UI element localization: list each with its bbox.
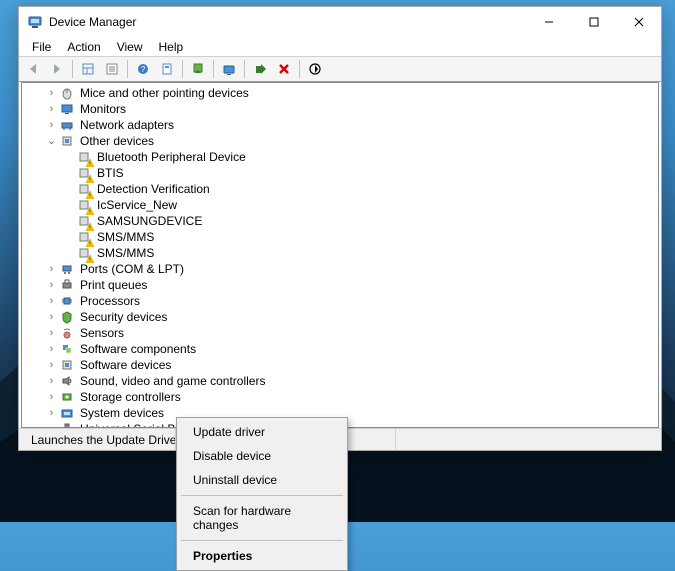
cpu-icon bbox=[59, 293, 75, 309]
device-manager-window: Device Manager File Action View Help ? › bbox=[18, 6, 662, 451]
expand-icon[interactable]: › bbox=[44, 262, 59, 276]
other-devices-icon bbox=[59, 133, 75, 149]
usb-icon bbox=[59, 421, 75, 427]
tree-client-area: › Mice and other pointing devices › Moni… bbox=[21, 82, 659, 428]
system-devices-icon bbox=[59, 405, 75, 421]
expand-icon[interactable]: › bbox=[44, 374, 59, 388]
tree-item-print-queues[interactable]: › Print queues bbox=[22, 277, 658, 293]
back-button[interactable] bbox=[22, 58, 44, 80]
tree-item-software-devices[interactable]: › Software devices bbox=[22, 357, 658, 373]
tree-item-sound[interactable]: › Sound, video and game controllers bbox=[22, 373, 658, 389]
svg-text:?: ? bbox=[141, 65, 146, 74]
expand-icon[interactable]: › bbox=[44, 390, 59, 404]
statusbar-text: Launches the Update Driver Wizard for th… bbox=[25, 429, 175, 450]
security-icon bbox=[59, 309, 75, 325]
context-scan-hardware[interactable]: Scan for hardware changes bbox=[179, 499, 345, 537]
tree-item-btis[interactable]: ! BTIS bbox=[22, 165, 658, 181]
menu-view[interactable]: View bbox=[110, 39, 150, 55]
tree-item-network-adapters[interactable]: › Network adapters bbox=[22, 117, 658, 133]
tree-item-smsmms-2[interactable]: ! SMS/MMS bbox=[22, 245, 658, 261]
ports-icon bbox=[59, 261, 75, 277]
tree-item-smsmms-1[interactable]: ! SMS/MMS bbox=[22, 229, 658, 245]
tree-item-bluetooth-peripheral[interactable]: ! Bluetooth Peripheral Device bbox=[22, 149, 658, 165]
statusbar-panel bbox=[395, 429, 655, 450]
menu-action[interactable]: Action bbox=[60, 39, 107, 55]
context-menu: Update driver Disable device Uninstall d… bbox=[176, 417, 348, 571]
tree-item-ports[interactable]: › Ports (COM & LPT) bbox=[22, 261, 658, 277]
tree-item-other-devices[interactable]: ⌄ Other devices bbox=[22, 133, 658, 149]
scan-hardware-button[interactable] bbox=[218, 58, 240, 80]
window-title: Device Manager bbox=[49, 15, 526, 29]
tree-item-processors[interactable]: › Processors bbox=[22, 293, 658, 309]
disable-device-button[interactable] bbox=[304, 58, 326, 80]
tree-item-samsungdevice[interactable]: ! SAMSUNGDEVICE bbox=[22, 213, 658, 229]
tree-item-software-components[interactable]: › Software components bbox=[22, 341, 658, 357]
unknown-device-icon: ! bbox=[76, 165, 92, 181]
action-button[interactable] bbox=[156, 58, 178, 80]
unknown-device-icon: ! bbox=[76, 181, 92, 197]
unknown-device-icon: ! bbox=[76, 197, 92, 213]
context-properties[interactable]: Properties bbox=[179, 544, 345, 568]
unknown-device-icon: ! bbox=[76, 213, 92, 229]
expand-icon[interactable]: › bbox=[44, 406, 59, 420]
context-update-driver[interactable]: Update driver bbox=[179, 420, 345, 444]
context-uninstall-device[interactable]: Uninstall device bbox=[179, 468, 345, 492]
software-devices-icon bbox=[59, 357, 75, 373]
expand-icon[interactable]: › bbox=[44, 102, 59, 116]
tree-item-icservice[interactable]: ! IcService_New bbox=[22, 197, 658, 213]
tree-item-monitors[interactable]: › Monitors bbox=[22, 101, 658, 117]
sensors-icon bbox=[59, 325, 75, 341]
expand-icon[interactable]: › bbox=[44, 86, 59, 100]
tree-item-detection-verification[interactable]: ! Detection Verification bbox=[22, 181, 658, 197]
maximize-button[interactable] bbox=[571, 8, 616, 37]
expand-icon[interactable]: › bbox=[44, 294, 59, 308]
device-tree[interactable]: › Mice and other pointing devices › Moni… bbox=[22, 83, 658, 427]
collapse-icon[interactable]: ⌄ bbox=[44, 134, 59, 148]
menu-file[interactable]: File bbox=[25, 39, 58, 55]
tree-item-security-devices[interactable]: › Security devices bbox=[22, 309, 658, 325]
update-driver-button[interactable] bbox=[187, 58, 209, 80]
software-components-icon bbox=[59, 341, 75, 357]
device-manager-icon bbox=[27, 14, 43, 30]
expand-icon[interactable]: › bbox=[44, 278, 59, 292]
enable-device-button[interactable] bbox=[249, 58, 271, 80]
collapse-icon[interactable]: ⌄ bbox=[44, 422, 59, 427]
expand-icon[interactable]: › bbox=[44, 326, 59, 340]
context-disable-device[interactable]: Disable device bbox=[179, 444, 345, 468]
properties-button[interactable] bbox=[101, 58, 123, 80]
close-button[interactable] bbox=[616, 8, 661, 37]
unknown-device-icon: ! bbox=[76, 245, 92, 261]
minimize-button[interactable] bbox=[526, 8, 571, 37]
context-separator bbox=[181, 495, 343, 496]
mouse-icon bbox=[59, 85, 75, 101]
sound-icon bbox=[59, 373, 75, 389]
expand-icon[interactable]: › bbox=[44, 118, 59, 132]
tree-item-sensors[interactable]: › Sensors bbox=[22, 325, 658, 341]
tree-item-mice[interactable]: › Mice and other pointing devices bbox=[22, 85, 658, 101]
expand-icon[interactable]: › bbox=[44, 310, 59, 324]
unknown-device-icon: ! bbox=[76, 229, 92, 245]
forward-button[interactable] bbox=[46, 58, 68, 80]
context-separator bbox=[181, 540, 343, 541]
expand-icon[interactable]: › bbox=[44, 342, 59, 356]
toolbar: ? bbox=[19, 56, 661, 82]
printer-icon bbox=[59, 277, 75, 293]
monitor-icon bbox=[59, 101, 75, 117]
titlebar[interactable]: Device Manager bbox=[19, 7, 661, 37]
help-button[interactable]: ? bbox=[132, 58, 154, 80]
tree-item-storage-controllers[interactable]: › Storage controllers bbox=[22, 389, 658, 405]
storage-icon bbox=[59, 389, 75, 405]
uninstall-device-button[interactable] bbox=[273, 58, 295, 80]
network-icon bbox=[59, 117, 75, 133]
expand-icon[interactable]: › bbox=[44, 358, 59, 372]
menubar: File Action View Help bbox=[19, 37, 661, 56]
unknown-device-icon: ! bbox=[76, 149, 92, 165]
menu-help[interactable]: Help bbox=[152, 39, 191, 55]
show-hide-tree-button[interactable] bbox=[77, 58, 99, 80]
